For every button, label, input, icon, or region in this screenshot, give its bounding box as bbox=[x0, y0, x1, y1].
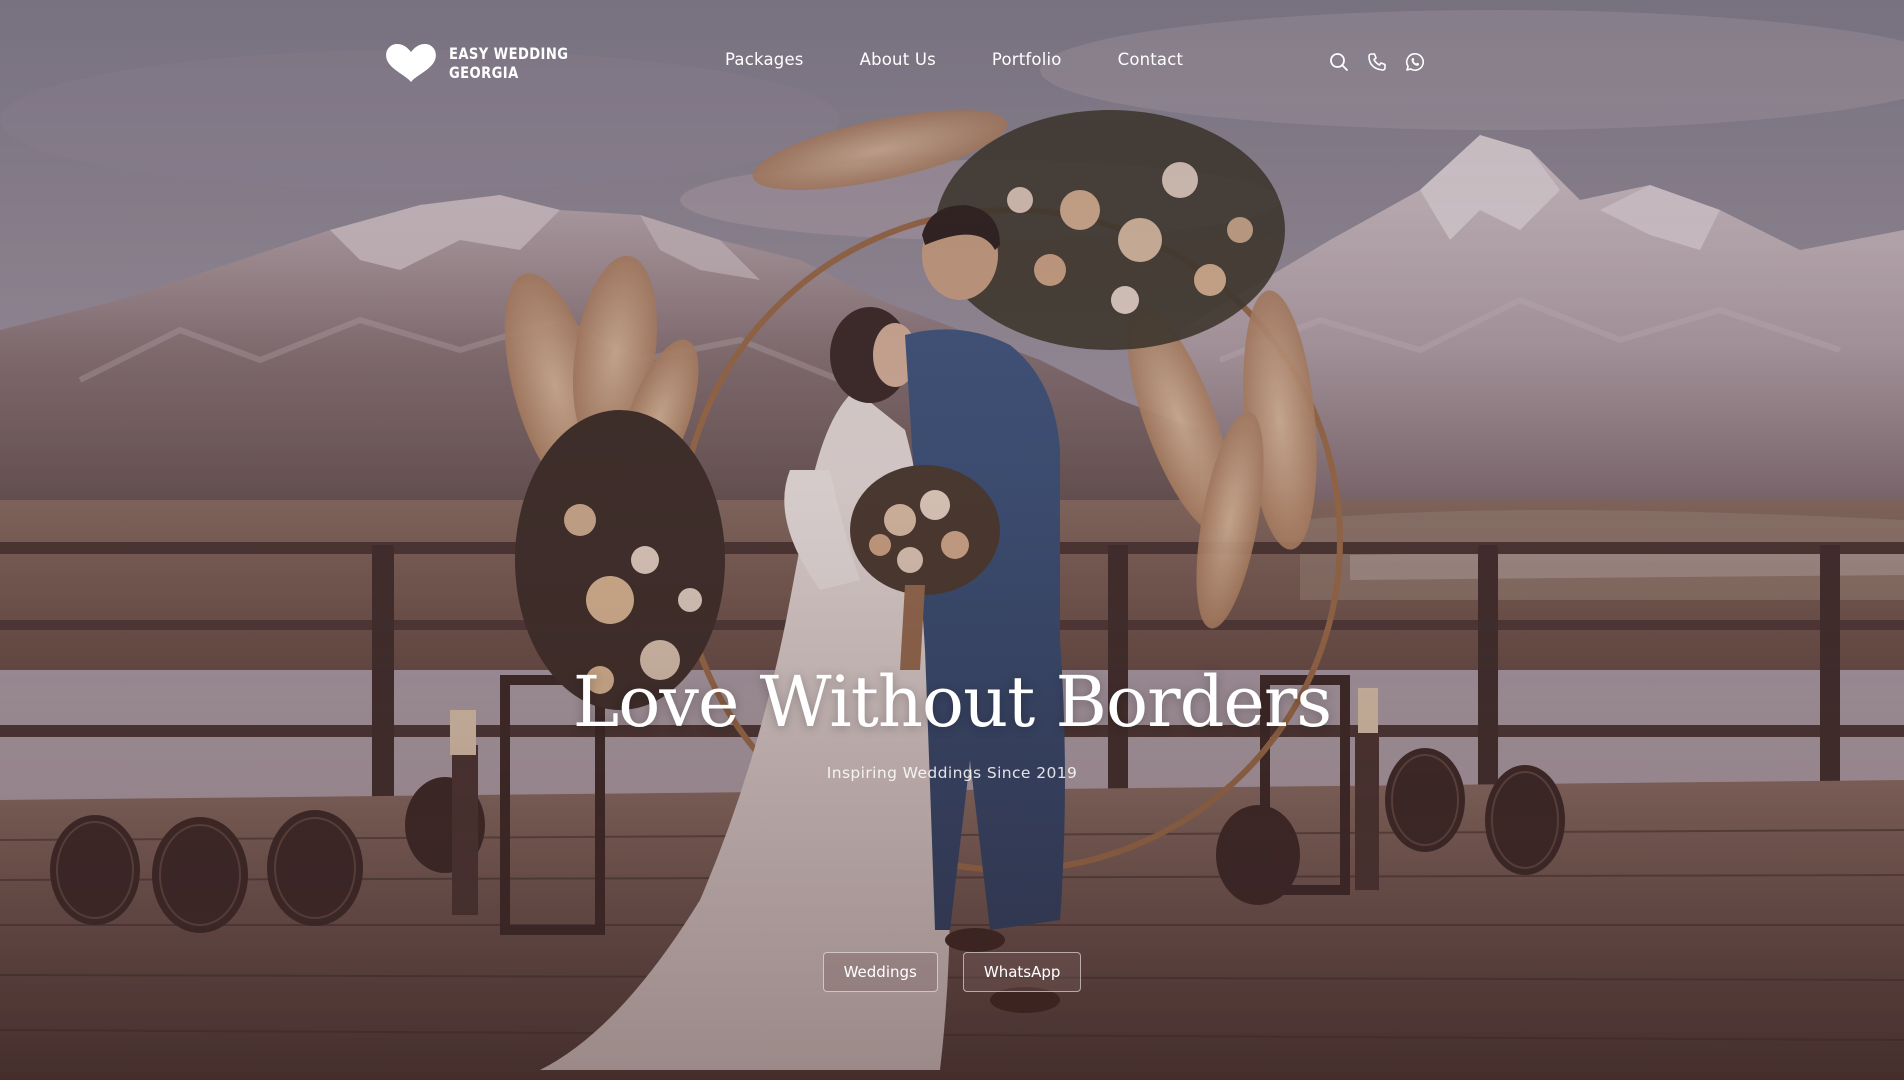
nav-link-contact[interactable]: Contact bbox=[1118, 50, 1184, 69]
nav-link-about-us[interactable]: About Us bbox=[860, 50, 936, 69]
whatsapp-button[interactable]: WhatsApp bbox=[962, 952, 1082, 992]
hero-content: Love Without Borders Inspiring Weddings … bbox=[0, 658, 1904, 782]
heart-icon bbox=[386, 44, 436, 82]
hero-background-image bbox=[0, 0, 1904, 1080]
nav-link-portfolio[interactable]: Portfolio bbox=[992, 50, 1062, 69]
nav-link-packages[interactable]: Packages bbox=[725, 50, 804, 69]
search-icon[interactable] bbox=[1329, 52, 1349, 72]
weddings-button[interactable]: Weddings bbox=[822, 952, 938, 992]
phone-icon[interactable] bbox=[1367, 52, 1387, 72]
brand-logo-link[interactable]: Easy Wedding Georgia bbox=[385, 42, 595, 84]
hero-subtitle: Inspiring Weddings Since 2019 bbox=[826, 764, 1078, 782]
hero-button-row: Weddings WhatsApp bbox=[0, 952, 1904, 992]
brand-name: Easy Wedding Georgia bbox=[449, 44, 568, 82]
site-header: Easy Wedding Georgia Packages About Us P… bbox=[0, 0, 1904, 126]
brand-name-line-1: Easy Wedding bbox=[449, 44, 569, 63]
main-navigation: Packages About Us Portfolio Contact bbox=[725, 50, 1239, 69]
brand-name-line-2: Georgia bbox=[449, 63, 519, 82]
hero-title: Love Without Borders bbox=[572, 661, 1332, 743]
hero-section: Easy Wedding Georgia Packages About Us P… bbox=[0, 0, 1904, 1080]
header-icon-group bbox=[1329, 52, 1425, 72]
whatsapp-icon[interactable] bbox=[1405, 52, 1425, 72]
